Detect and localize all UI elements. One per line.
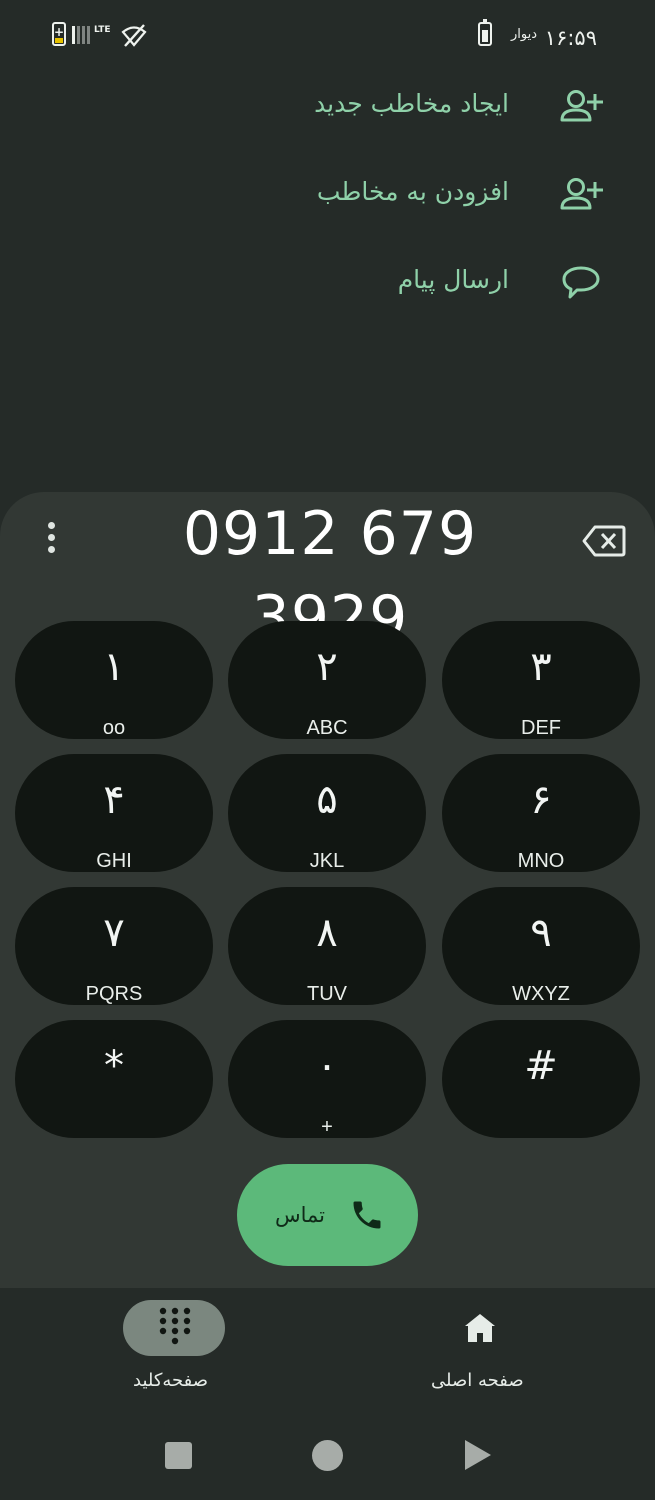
more-options-icon[interactable] bbox=[40, 522, 62, 562]
add-to-contact-action[interactable]: افزودن به مخاطب bbox=[0, 162, 655, 232]
message-icon bbox=[562, 266, 600, 299]
key-letters: + bbox=[321, 1116, 333, 1138]
key-6[interactable]: ۶ MNO bbox=[442, 754, 640, 872]
status-bar: LTE دیوار ۱۶:۵۹ bbox=[0, 0, 655, 72]
wifi-off-icon bbox=[121, 24, 147, 47]
key-3[interactable]: ۳ DEF bbox=[442, 621, 640, 739]
battery-icon bbox=[478, 19, 492, 46]
backspace-icon[interactable] bbox=[582, 524, 626, 558]
key-letters: PQRS bbox=[85, 983, 143, 1005]
network-type: LTE bbox=[94, 25, 111, 35]
key-letters: GHI bbox=[96, 850, 132, 872]
key-0[interactable]: ۰ + bbox=[228, 1020, 426, 1138]
key-digit: ۰ bbox=[316, 1043, 338, 1089]
key-9[interactable]: ۹ WXYZ bbox=[442, 887, 640, 1005]
charging-battery-icon bbox=[52, 22, 66, 46]
key-8[interactable]: ۸ TUV bbox=[228, 887, 426, 1005]
key-letters: MNO bbox=[517, 850, 565, 872]
key-digit: ۹ bbox=[530, 910, 552, 956]
home-icon[interactable] bbox=[463, 1311, 497, 1345]
key-7[interactable]: ۷ PQRS bbox=[15, 887, 213, 1005]
send-message-label: ارسال پیام bbox=[397, 265, 509, 294]
tab-keypad-label: صفحه‌کلید bbox=[133, 1370, 209, 1391]
key-letters: DEF bbox=[521, 717, 561, 739]
key-digit: ۶ bbox=[530, 777, 552, 823]
create-new-contact-action[interactable]: ایجاد مخاطب جدید bbox=[0, 74, 655, 144]
tab-home-label[interactable]: صفحه اصلی bbox=[431, 1370, 524, 1391]
key-digit: ۲ bbox=[316, 644, 338, 690]
key-digit: ۷ bbox=[103, 910, 125, 956]
notification-app-label: دیوار bbox=[510, 27, 537, 42]
clock: ۱۶:۵۹ bbox=[544, 26, 597, 50]
key-digit: * bbox=[104, 1043, 124, 1089]
key-digit: ۸ bbox=[316, 910, 338, 956]
home-button[interactable] bbox=[312, 1440, 343, 1471]
phone-icon bbox=[353, 1201, 381, 1229]
add-to-contact-label: افزودن به مخاطب bbox=[316, 177, 509, 206]
bottom-navigation bbox=[0, 1288, 655, 1414]
key-letters: ABC bbox=[306, 717, 348, 739]
recents-button[interactable] bbox=[165, 1442, 192, 1469]
key-4[interactable]: ۴ GHI bbox=[15, 754, 213, 872]
dialed-number: 0912 679 3929 bbox=[182, 499, 478, 653]
key-pound[interactable]: # bbox=[442, 1020, 640, 1138]
voicemail-icon: ᴏᴏ bbox=[102, 717, 126, 739]
key-5[interactable]: ۵ JKL bbox=[228, 754, 426, 872]
key-digit: ۵ bbox=[316, 777, 338, 823]
call-button-label: تماس bbox=[275, 1203, 326, 1227]
call-button[interactable]: تماس bbox=[237, 1164, 418, 1266]
person-add-icon bbox=[560, 90, 603, 122]
key-letters: TUV bbox=[307, 983, 347, 1005]
key-digit: ۴ bbox=[103, 777, 125, 823]
signal-icon bbox=[72, 24, 90, 44]
create-new-contact-label: ایجاد مخاطب جدید bbox=[314, 89, 509, 118]
key-digit: ۳ bbox=[530, 644, 552, 690]
key-digit: # bbox=[524, 1043, 558, 1089]
key-digit: ۱ bbox=[103, 644, 125, 690]
person-add-icon bbox=[560, 178, 603, 210]
key-star[interactable]: * bbox=[15, 1020, 213, 1138]
key-letters: JKL bbox=[309, 850, 345, 872]
key-2[interactable]: ۲ ABC bbox=[228, 621, 426, 739]
send-message-action[interactable]: ارسال پیام bbox=[0, 250, 655, 320]
key-letters: WXYZ bbox=[512, 983, 570, 1005]
dialpad-icon bbox=[159, 1307, 191, 1345]
key-1[interactable]: ۱ ᴏᴏ bbox=[15, 621, 213, 739]
back-button[interactable] bbox=[465, 1440, 491, 1470]
